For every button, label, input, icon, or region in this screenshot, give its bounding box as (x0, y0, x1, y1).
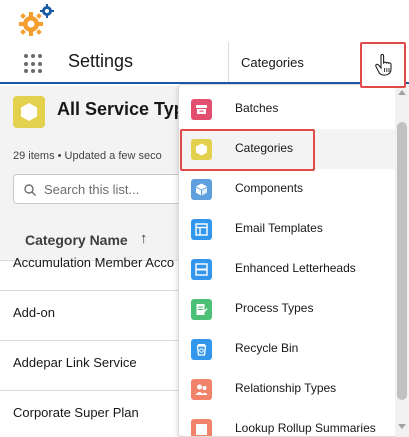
object-icon (13, 96, 45, 128)
menu-item-email-templates[interactable]: Email Templates (179, 209, 395, 249)
recycle-bin-icon (191, 339, 212, 360)
nav-divider (228, 42, 229, 82)
tab-categories[interactable]: Categories (241, 55, 304, 70)
relationship-icon (191, 379, 212, 400)
hexagon-icon (21, 103, 37, 121)
email-template-icon (191, 219, 212, 240)
more-tabs-button[interactable] (360, 42, 406, 88)
menu-item-recycle-bin[interactable]: Recycle Bin (179, 329, 395, 369)
row-cell[interactable]: Add-on (13, 305, 55, 320)
menu-item-lookup-rollup-summaries[interactable]: Lookup Rollup Summaries (179, 409, 395, 436)
cube-icon (191, 179, 212, 200)
list-view-title[interactable]: All Service Typ (57, 99, 185, 120)
scroll-up-icon[interactable] (398, 90, 406, 95)
row-cell[interactable]: Addepar Link Service (13, 355, 137, 370)
categories-highlight-outline (180, 129, 315, 171)
gears-logo-icon (19, 4, 54, 36)
menu-item-relationship-types[interactable]: Relationship Types (179, 369, 395, 409)
app-launcher-icon[interactable] (24, 54, 44, 74)
scroll-down-icon[interactable] (398, 424, 406, 429)
process-icon (191, 299, 212, 320)
batches-icon (191, 99, 212, 120)
menu-item-components[interactable]: Components (179, 169, 395, 209)
menu-item-enhanced-letterheads[interactable]: Enhanced Letterheads (179, 249, 395, 289)
search-icon (24, 184, 36, 196)
row-cell[interactable]: Corporate Super Plan (13, 405, 139, 420)
top-bar (0, 0, 409, 42)
hand-cursor-icon (375, 54, 392, 76)
list-meta-info: 29 items • Updated a few seco (13, 150, 162, 162)
navigation-bar: Settings Categories (0, 42, 409, 84)
scroll-thumb[interactable] (397, 122, 407, 400)
app-title: Settings (68, 51, 134, 71)
row-cell[interactable]: Accumulation Member Acco (13, 255, 174, 270)
dropdown-scrollbar[interactable] (395, 84, 409, 437)
letterhead-icon (191, 259, 212, 280)
menu-item-batches[interactable]: Batches (179, 89, 395, 129)
rollup-icon (191, 419, 212, 436)
menu-item-process-types[interactable]: Process Types (179, 289, 395, 329)
